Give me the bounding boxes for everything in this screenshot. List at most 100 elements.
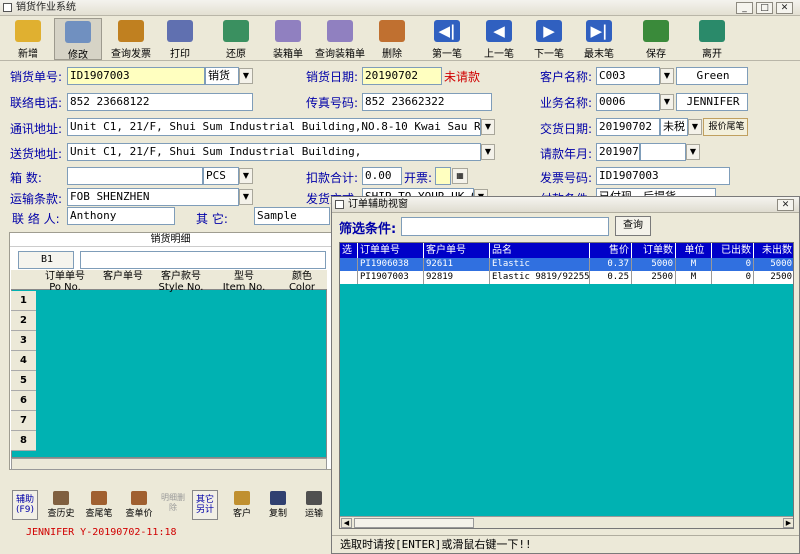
edit-icon [65, 21, 91, 43]
last-record-button[interactable]: ▶| 最末笔 [578, 18, 620, 60]
ship-address-dropdown[interactable]: ▼ [481, 144, 495, 160]
billing-select[interactable] [640, 143, 686, 161]
contact-field[interactable]: Anthony [67, 207, 175, 225]
dialog-close-button[interactable]: ✕ [777, 199, 794, 211]
new-button[interactable]: 新增 [8, 18, 48, 60]
transport-field[interactable]: FOB SHENZHEN [67, 188, 239, 206]
search-packing-button[interactable]: 查询装箱单 [312, 18, 368, 60]
customer-button[interactable]: 客户 [228, 490, 256, 520]
transport-dropdown[interactable]: ▼ [239, 189, 253, 205]
ship-address-label: 送货地址: [10, 147, 63, 161]
help-f9-button[interactable]: 辅助 (F9) [12, 490, 38, 520]
close-button[interactable]: ✕ [776, 2, 793, 14]
salesman-code-field[interactable]: 0006 [596, 93, 660, 111]
scroll-left-icon[interactable]: ◀ [341, 518, 352, 528]
sales-date-field[interactable]: 20190702 [362, 67, 442, 85]
delivery-date-field[interactable]: 20190702 [596, 118, 660, 136]
save-button[interactable]: 保存 [636, 18, 676, 60]
row-number: 5 [11, 371, 36, 391]
phone-label: 联络电话: [10, 96, 63, 110]
billing-month-field[interactable]: 201907 [596, 143, 640, 161]
salesman-dropdown[interactable]: ▼ [660, 94, 674, 110]
other-field[interactable]: Sample [254, 207, 330, 225]
prev-record-icon: ◀ [486, 20, 512, 42]
order-table[interactable]: 选 订单单号 客户单号 品名 售价 订单数 单位 已出数 未出数 PI19060… [339, 242, 794, 529]
print-icon [167, 20, 193, 42]
scroll-right-icon[interactable]: ▶ [783, 518, 793, 528]
packing-list-button[interactable]: 装箱单 [268, 18, 308, 60]
price-button[interactable]: 查单价 [124, 490, 154, 520]
box-count-field[interactable] [67, 167, 203, 185]
phone-field[interactable]: 852 23668122 [67, 93, 253, 111]
price-icon [131, 491, 147, 505]
cell-shipped: 0 [712, 271, 754, 284]
transport-label: 运输条款: [10, 192, 63, 206]
customer-code-field[interactable]: C003 [596, 67, 660, 85]
sales-type-select[interactable]: 销货 [205, 67, 239, 85]
detail-panel-title: 销货明细 [10, 233, 331, 247]
history-button[interactable]: 查历史 [46, 490, 76, 520]
tail-button[interactable]: 查尾笔 [84, 490, 114, 520]
sales-no-field[interactable]: ID1907003 [67, 67, 205, 85]
customer-dropdown[interactable]: ▼ [660, 68, 674, 84]
copy-button[interactable]: 复制 [264, 490, 292, 520]
table-row[interactable]: PI1906038 92611 Elastic 0.37 5000 M 0 50… [340, 258, 793, 271]
col-product: 品名 [490, 243, 590, 258]
tax-dropdown[interactable]: ▼ [688, 119, 702, 135]
quote-tail-button[interactable]: 报价尾笔 [703, 118, 748, 136]
tax-select[interactable]: 未税 [660, 118, 688, 136]
billing-dropdown[interactable]: ▼ [686, 144, 700, 160]
fax-field[interactable]: 852 23662322 [362, 93, 492, 111]
sales-date-label: 销货日期: [306, 70, 359, 84]
sales-no-label: 销货单号: [10, 70, 63, 84]
delete-button[interactable]: 删除 [372, 18, 412, 60]
other-charge-button[interactable]: 其它另计 [192, 490, 218, 520]
cell-select[interactable] [340, 271, 358, 284]
cell-edit-field[interactable] [80, 251, 326, 269]
filter-input[interactable] [401, 217, 609, 236]
print-button[interactable]: 打印 [160, 18, 200, 60]
prev-record-button[interactable]: ◀ 上一笔 [478, 18, 520, 60]
calculator-icon[interactable]: ▦ [452, 168, 468, 184]
box-unit-dropdown[interactable]: ▼ [239, 168, 253, 184]
sales-type-dropdown[interactable]: ▼ [239, 68, 253, 84]
maximize-button[interactable]: □ [756, 2, 773, 14]
first-record-button[interactable]: ◀| 第一笔 [426, 18, 468, 60]
restore-button[interactable]: 还原 [216, 18, 256, 60]
search-invoice-button[interactable]: 查询发票 [106, 18, 156, 60]
cell-customer-no: 92611 [424, 258, 490, 271]
address-dropdown[interactable]: ▼ [481, 119, 495, 135]
detail-grid[interactable] [11, 270, 327, 458]
deduction-field[interactable]: 0.00 [362, 167, 402, 185]
table-horizontal-scrollbar[interactable]: ◀ ▶ [340, 516, 793, 528]
col-price: 售价 [590, 243, 632, 258]
cell-order-qty: 2500 [632, 271, 676, 284]
minimize-button[interactable]: _ [736, 2, 753, 14]
scroll-thumb[interactable] [354, 518, 474, 528]
row-number: 4 [11, 351, 36, 371]
delete-detail-button[interactable]: 明细删除 [160, 490, 186, 520]
filter-label: 筛选条件: [339, 222, 397, 237]
exit-button[interactable]: 离开 [692, 18, 732, 60]
address-label: 通讯地址: [10, 122, 63, 136]
invoice-no-field[interactable]: ID1907003 [596, 167, 730, 185]
ticket-field[interactable] [435, 167, 451, 185]
person-add-icon [15, 20, 41, 42]
detail-horizontal-scrollbar[interactable] [11, 458, 327, 470]
edit-button[interactable]: 修改 [54, 18, 102, 61]
table-row[interactable]: PI1907003 92819 Elastic 9819/92255 0.25 … [340, 271, 793, 284]
delete-icon [379, 20, 405, 42]
delivery-date-label: 交货日期: [540, 122, 593, 136]
cell-select[interactable] [340, 258, 358, 271]
box-count-label: 箱 数: [10, 171, 42, 185]
transport-button[interactable]: 运输 [300, 490, 328, 520]
next-record-button[interactable]: ▶ 下一笔 [528, 18, 570, 60]
box-unit-select[interactable]: PCS [203, 167, 239, 185]
address-field[interactable]: Unit C1, 21/F, Shui Sum Industrial Build… [67, 118, 481, 136]
ship-address-field[interactable]: Unit C1, 21/F, Shui Sum Industrial Build… [67, 143, 481, 161]
cell-product: Elastic [490, 258, 590, 271]
row-number: 6 [11, 391, 36, 411]
next-record-icon: ▶ [536, 20, 562, 42]
ticket-label: 开票: [404, 171, 433, 185]
query-button[interactable]: 查询 [615, 216, 651, 236]
